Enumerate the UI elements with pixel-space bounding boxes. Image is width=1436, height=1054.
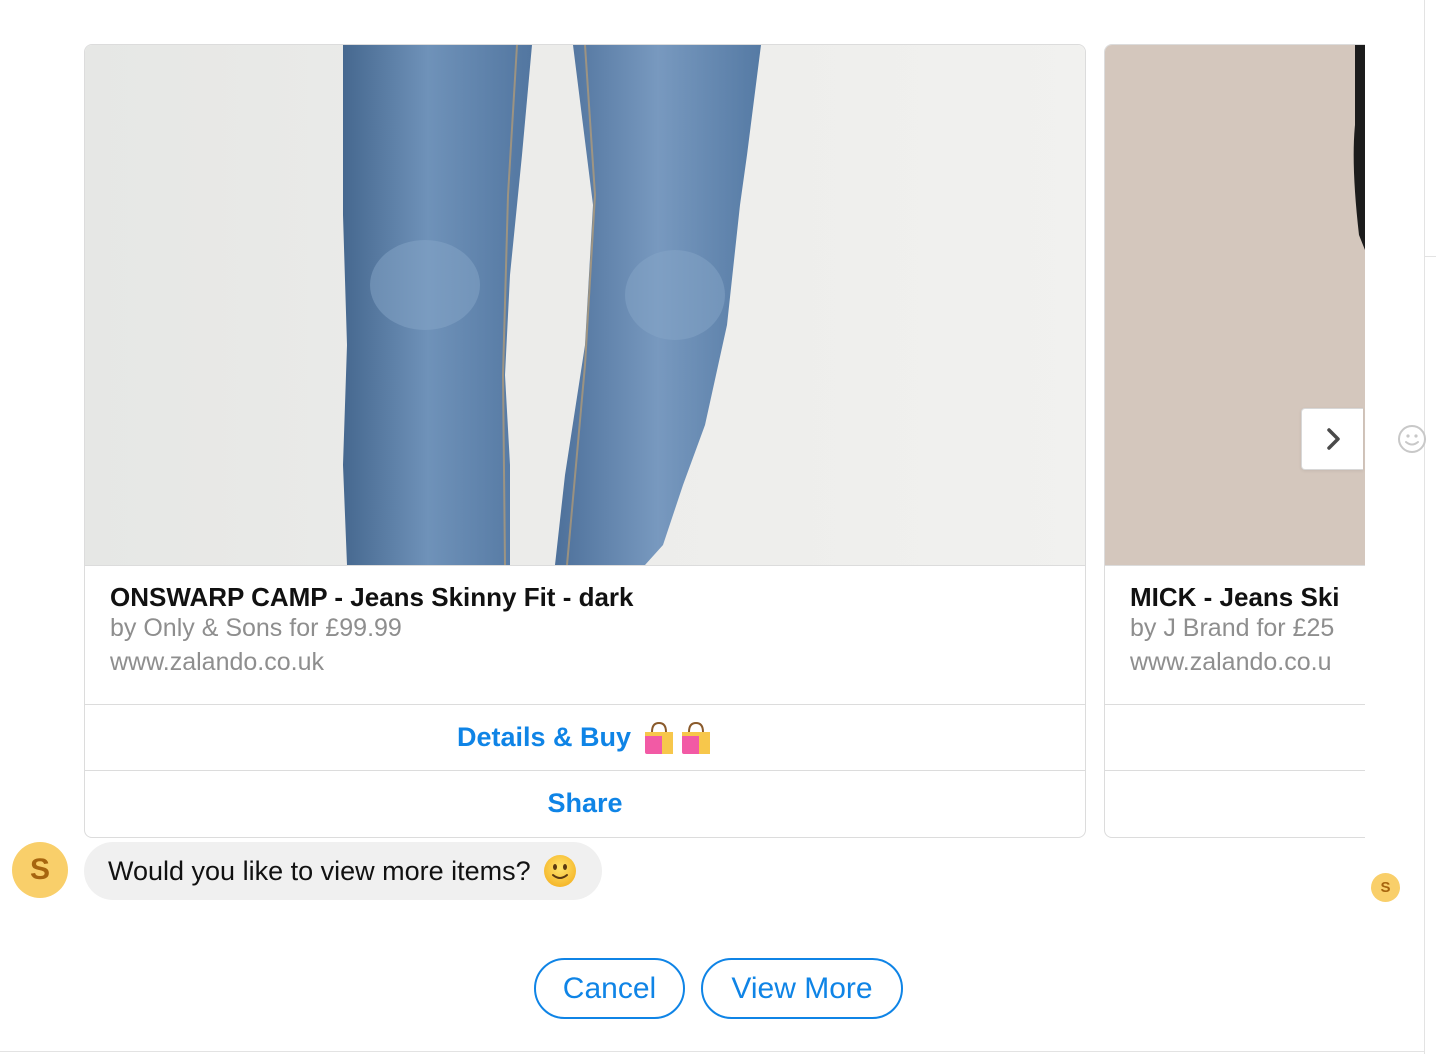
product-title: ONSWARP CAMP - Jeans Skinny Fit - dark [110,582,634,612]
share-label: Share [547,788,623,818]
message-text: Would you like to view more items? [108,855,531,886]
product-info[interactable]: ONSWARP CAMP - Jeans Skinny Fit - dark b… [85,566,1085,705]
slightly-smiling-face-icon [543,855,576,887]
product-subtitle: by Only & Sons for £99.99 [110,614,402,642]
cancel-button[interactable]: Cancel [534,958,685,1019]
shopping-bag-icon [645,721,674,754]
carousel-next-button[interactable] [1301,408,1363,470]
product-card[interactable]: ONSWARP CAMP - Jeans Skinny Fit - dark b… [84,44,1086,838]
chevron-right-icon [1326,428,1340,450]
read-receipt-letter: S [1380,879,1391,896]
product-carousel[interactable]: ONSWARP CAMP - Jeans Skinny Fit - dark b… [84,44,1365,838]
bottom-divider [0,1051,1424,1052]
emoji-reaction-icon[interactable] [1397,424,1427,454]
product-info[interactable]: MICK - Jeans Ski by J Brand for £25 www.… [1105,566,1365,705]
details-buy-button[interactable] [1105,705,1365,771]
shopping-bag-icon [682,721,711,754]
jeans-photo [343,45,761,565]
product-title: MICK - Jeans Ski [1130,582,1340,612]
view-more-label: View More [731,971,873,1005]
product-url: www.zalando.co.u [1130,648,1332,676]
details-buy-label: Details & Buy [456,722,632,752]
view-more-button[interactable]: View More [701,958,903,1019]
right-divider-tick [1424,256,1436,257]
product-image[interactable] [1105,45,1365,566]
share-button[interactable] [1105,771,1365,836]
share-button[interactable]: Share [85,771,1085,836]
cancel-label: Cancel [562,971,657,1005]
product-subtitle: by J Brand for £25 [1130,614,1335,642]
jeans-photo [1353,45,1365,250]
details-buy-button[interactable]: Details & Buy [85,705,1085,771]
message-bubble[interactable]: Would you like to view more items? [84,842,602,900]
avatar-letter: S [29,853,50,886]
product-url: www.zalando.co.uk [110,648,325,676]
avatar[interactable]: S [12,842,68,898]
right-divider [1424,0,1425,1054]
product-image[interactable] [85,45,1085,566]
read-receipt-avatar: S [1371,873,1400,902]
